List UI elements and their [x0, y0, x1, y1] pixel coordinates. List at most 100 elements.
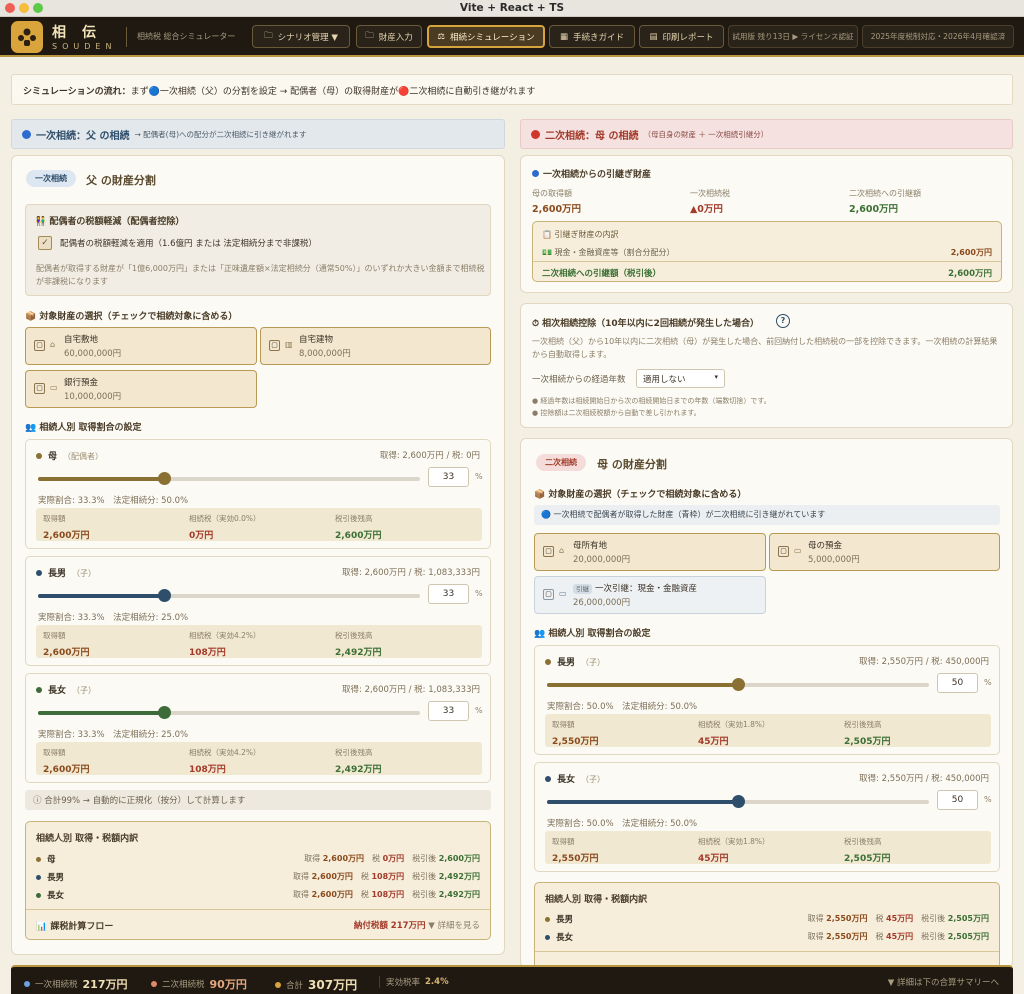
ratio-slider[interactable]	[547, 678, 929, 691]
second-summary-box: 相続人別 取得・税額内訳 長男 取得 2,550万円 税 45万円 税引後 2,…	[534, 882, 1000, 966]
rate-label: 実効税率	[386, 978, 421, 988]
ratio-slider-handle[interactable]	[158, 589, 172, 602]
asset-name: 母所有地	[573, 541, 608, 551]
ratio-slider[interactable]	[38, 706, 420, 719]
heir-summary: 取得: 2,600万円 / 税: 1,083,333円	[342, 568, 480, 578]
license-button[interactable]: 試用版 残り13日 ▶ ライセンス認証	[728, 25, 858, 48]
asset-mother-land[interactable]: ▢ ⌂ 母所有地 20,000,000円	[534, 533, 766, 571]
stat-value: 45万円	[698, 737, 729, 747]
percent-unit: %	[984, 795, 992, 804]
checkbox-icon[interactable]: ▢	[778, 546, 789, 557]
folder-icon: 🗀	[365, 30, 374, 41]
second-badge: 二次相続	[536, 454, 586, 471]
ratio-slider-handle[interactable]	[158, 472, 172, 485]
nav-simulation-button[interactable]: ⚖ 相続シミュレーション	[427, 25, 545, 48]
minimize-window-button[interactable]	[19, 3, 29, 13]
summary-net: 2,492万円	[438, 890, 480, 899]
tax-label: 税	[372, 854, 381, 863]
stat-label: 取得額	[43, 748, 66, 757]
ratio-slider-handle[interactable]	[732, 795, 745, 808]
ratio-input[interactable]: 50	[937, 790, 978, 810]
nav-asset-input-button[interactable]: 🗀 財産入力	[356, 25, 422, 48]
first-title: 父 の財産分割	[86, 174, 156, 187]
stat-label: 取得額	[552, 720, 575, 729]
show-details-link[interactable]: ▼ 詳細を見る	[428, 921, 480, 931]
ratio-input[interactable]: 33	[428, 584, 469, 604]
ratio-slider[interactable]	[547, 795, 929, 808]
ratio-input[interactable]: 33	[428, 701, 469, 721]
tax-stat: 相続税（実効1.8%） 45万円	[698, 836, 770, 864]
carry-col-label: 二次相続への引継額	[849, 189, 921, 198]
summary-acq: 2,600万円	[311, 872, 353, 881]
chevron-down-icon: ▾	[714, 373, 718, 381]
ratio-slider[interactable]	[38, 472, 420, 485]
carried-tag: 引継	[573, 584, 592, 594]
stat-value: 0万円	[189, 531, 214, 541]
heir-dot	[545, 935, 550, 940]
first-division-card: 一次相続 父 の財産分割 👫 配偶者の税額軽減（配偶者控除） ✓ 配偶者の税額軽…	[11, 155, 505, 955]
document-icon: ▤	[649, 31, 658, 42]
tax-stat: 相続税（実効0.0%） 0万円	[189, 513, 261, 541]
asset-bank-deposit[interactable]: ▢ ▭ 銀行預金 10,000,000円	[25, 370, 257, 408]
stat-value: 2,505万円	[844, 737, 891, 747]
tax-label: 税	[875, 914, 884, 923]
summary-tax: 108万円	[371, 890, 405, 899]
nav-guide-button[interactable]: ▦ 手続きガイド	[549, 25, 635, 48]
percent-unit: %	[475, 589, 483, 598]
second-tax-value: 90万円	[209, 978, 247, 991]
summary-acq: 2,550万円	[826, 914, 868, 923]
carryover-breakdown-box: 📋 引継ぎ財産の内訳 💵 現金・金融資産等（割合分配分） 2,600万円 二次相…	[532, 221, 1002, 282]
ratio-slider-handle[interactable]	[732, 678, 745, 691]
elapsed-years-select[interactable]: 適用しない ▾	[636, 369, 725, 388]
stat-label: 相続税（実効4.2%）	[189, 631, 261, 640]
nav-print-button[interactable]: ▤ 印刷レポート	[639, 25, 724, 48]
asset-home-building[interactable]: ▢ ▥ 自宅建物 8,000,000円	[260, 327, 491, 365]
asset-value: 10,000,000円	[64, 392, 122, 402]
heir-name: 長男	[48, 569, 67, 579]
stat-value: 2,505万円	[844, 854, 891, 864]
summary-tax: 0万円	[382, 854, 405, 863]
ratio-input[interactable]: 33	[428, 467, 469, 487]
help-icon[interactable]: ?	[776, 314, 790, 328]
tax-flow-toggle[interactable]: 📊 課税計算フロー	[36, 919, 113, 932]
calendar-icon: ▦	[559, 31, 568, 42]
heir-stats: 取得額 2,600万円 相続税（実効0.0%） 0万円 税引後残高 2,600万円	[36, 508, 482, 541]
stat-value: 2,492万円	[335, 765, 382, 775]
red-dot-icon	[151, 981, 157, 987]
heir-dot	[36, 687, 42, 693]
checkbox-icon[interactable]: ▢	[543, 546, 554, 557]
heir-role: （子）	[72, 686, 97, 695]
ratio-slider-handle[interactable]	[158, 706, 172, 719]
close-window-button[interactable]	[5, 3, 15, 13]
second-division-card: 二次相続 母 の財産分割 📦 対象財産の選択（チェックで相続対象に含める） 🔵 …	[520, 438, 1013, 966]
net-stat: 税引後残高 2,505万円	[844, 719, 890, 747]
nav-scenario-button[interactable]: 🗀 シナリオ管理 ▼	[252, 25, 350, 48]
asset-mother-deposit[interactable]: ▢ ▭ 母の預金 5,000,000円	[769, 533, 1000, 571]
heir-summary: 取得: 2,550万円 / 税: 450,000円	[859, 657, 989, 667]
heir-dot	[36, 453, 42, 459]
asset-value: 5,000,000円	[808, 555, 860, 565]
zoom-window-button[interactable]	[33, 3, 43, 13]
summary-acq: 2,550万円	[826, 932, 868, 941]
checkbox-icon[interactable]: ▢	[269, 340, 280, 351]
net-label: 税引後	[921, 932, 946, 941]
checkbox-icon[interactable]: ▢	[34, 340, 45, 351]
ratio-slider[interactable]	[38, 589, 420, 602]
breakdown-title: 📋 引継ぎ財産の内訳	[542, 230, 619, 239]
ratio-input[interactable]: 50	[937, 673, 978, 693]
spouse-deduction-checkbox[interactable]: ✓	[38, 236, 52, 250]
second-ratio-title: 👥 相続人別 取得割合の設定	[534, 629, 651, 639]
asset-value: 26,000,000円	[573, 598, 631, 608]
checkbox-icon[interactable]: ▢	[34, 383, 45, 394]
asset-home-land[interactable]: ▢ ⌂ 自宅敷地 60,000,000円	[25, 327, 257, 365]
asset-carried-cash[interactable]: ▢ ▭ 引継 一次引継：現金・金融資産 26,000,000円	[534, 576, 766, 614]
summary-row: 長男 取得 2,600万円 税 108万円 税引後 2,492万円	[36, 871, 480, 885]
successive-deduction-title: ⏱ 相次相続控除（10年以内に2回相続が発生した場合）	[532, 319, 759, 329]
checkbox-icon[interactable]: ▢	[543, 589, 554, 600]
summary-divider	[26, 909, 490, 910]
stat-label: 税引後残高	[335, 748, 373, 757]
net-label: 税引後	[412, 890, 437, 899]
carryover-card: 一次相続からの引継ぎ財産 母の取得額 2,600万円 一次相続税 ▲0万円 二次…	[520, 155, 1013, 293]
breakdown-item: 💵 現金・金融資産等（割合分配分）	[542, 248, 675, 257]
summary-link[interactable]: ▼ 詳細は下の合算サマリーへ	[888, 976, 999, 988]
